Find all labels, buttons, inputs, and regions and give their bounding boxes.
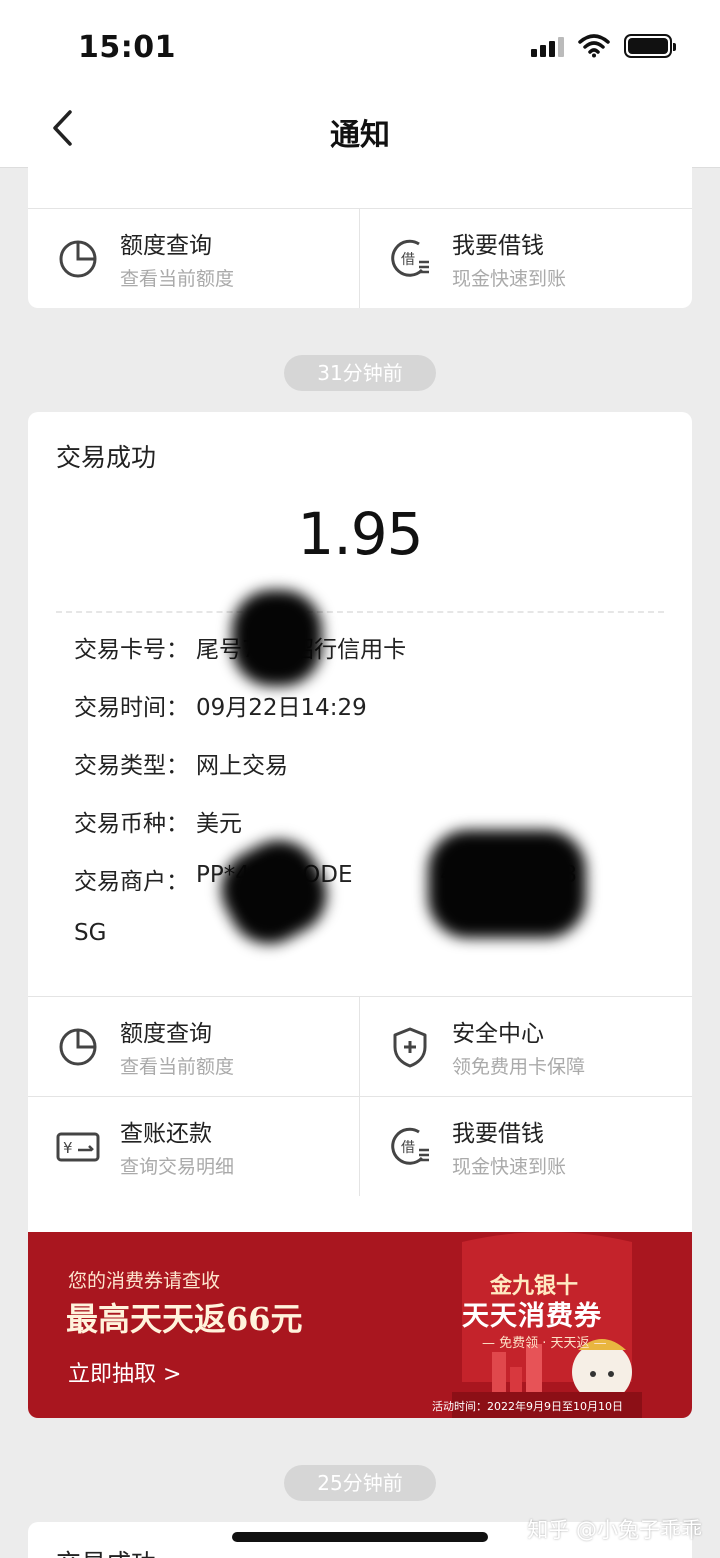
action-title: 额度查询 — [120, 233, 212, 259]
watermark: 知乎 @小兔子乖乖 — [527, 1518, 702, 1542]
borrow-icon: 借 — [388, 1125, 432, 1169]
redaction-mark — [232, 590, 322, 686]
page-title: 通知 — [330, 118, 390, 153]
promo-main-text: 天天消费券 — [462, 1301, 602, 1332]
timestamp-pill: 25分钟前 — [284, 1465, 436, 1501]
cellular-signal-icon — [531, 35, 564, 57]
borrow-money-button[interactable]: 借 我要借钱 现金快速到账 — [360, 208, 692, 308]
action-subtitle: 领免费用卡保障 — [452, 1056, 586, 1078]
promo-tag-text: — 免费领 · 天天返 — — [482, 1336, 607, 1351]
action-subtitle: 查看当前额度 — [120, 1056, 235, 1078]
borrow-icon: 借 — [388, 237, 432, 281]
timestamp-pill: 31分钟前 — [284, 355, 436, 391]
security-center-button[interactable]: 安全中心 领免费用卡保障 — [360, 996, 692, 1096]
notice-card-previous: 额度查询 查看当前额度 借 我要借钱 现金快速到账 — [28, 150, 692, 308]
action-title: 我要借钱 — [452, 1121, 544, 1147]
svg-text:¥: ¥ — [63, 1139, 73, 1157]
detail-label: 交易币种： — [74, 811, 189, 837]
detail-label: 交易商户： — [74, 869, 189, 895]
home-indicator[interactable] — [232, 1532, 488, 1542]
redaction-mark — [207, 826, 341, 958]
svg-text:借: 借 — [401, 252, 415, 268]
transaction-amount: 1.95 — [297, 500, 423, 568]
promo-banner[interactable]: 您的消费券请查收 最高天天返66元 立即抽取 > 金九银十 天天消费券 — 免费… — [28, 1232, 692, 1418]
detail-label: 交易时间： — [74, 695, 189, 721]
detail-type: 交易类型： 网上交易 — [74, 746, 288, 780]
battery-icon — [624, 34, 676, 58]
detail-value: 网上交易 — [196, 753, 288, 779]
dashed-divider — [56, 611, 664, 613]
bill-repayment-button[interactable]: ¥ 查账还款 查询交易明细 — [28, 1096, 360, 1196]
notice-title: 交易成功 — [56, 443, 157, 472]
detail-value: SG — [74, 920, 107, 946]
status-bar: 15:01 — [0, 0, 720, 92]
action-subtitle: 查询交易明细 — [120, 1156, 235, 1178]
detail-label: 交易卡号： — [74, 637, 189, 663]
notice-card: 交易成功 1.95 交易卡号： 尾号7***招行信用卡 交易时间： 09月22日… — [28, 412, 692, 1418]
quick-actions-grid: 额度查询 查看当前额度 借 我要借钱 现金快速到账 — [28, 208, 692, 308]
detail-time: 交易时间： 09月22日14:29 — [74, 688, 367, 722]
pie-chart-icon — [56, 237, 100, 281]
promo-date-text: 活动时间：2022年9月9日至10月10日 — [432, 1400, 623, 1413]
notice-title: 交易成功 — [56, 1544, 156, 1558]
redaction-mark — [428, 830, 586, 938]
banner-headline: 最高天天返66元 — [66, 1300, 303, 1338]
shield-icon — [388, 1025, 432, 1069]
pie-chart-icon — [56, 1025, 100, 1069]
action-title: 我要借钱 — [452, 233, 544, 259]
quota-query-button[interactable]: 额度查询 查看当前额度 — [28, 996, 360, 1096]
action-title: 额度查询 — [120, 1021, 212, 1047]
wifi-icon — [578, 34, 610, 58]
detail-value: 美元 — [196, 811, 242, 837]
quick-actions-grid: 额度查询 查看当前额度 安全中心 领免费用卡保障 ¥ 查账还款 查询交易明细 借… — [28, 996, 692, 1196]
action-title: 安全中心 — [452, 1021, 544, 1047]
action-subtitle: 现金快速到账 — [452, 1156, 567, 1178]
status-icons — [531, 34, 676, 58]
detail-merchant-line2: SG — [74, 920, 106, 946]
quota-query-button[interactable]: 额度查询 查看当前额度 — [28, 208, 360, 308]
bill-icon: ¥ — [56, 1125, 100, 1169]
banner-subtitle: 您的消费券请查收 — [68, 1270, 221, 1292]
action-title: 查账还款 — [120, 1121, 212, 1147]
status-time: 15:01 — [78, 30, 176, 65]
detail-currency: 交易币种： 美元 — [74, 804, 242, 838]
detail-value: 09月22日14:29 — [196, 695, 367, 721]
svg-text:借: 借 — [401, 1140, 415, 1156]
action-subtitle: 查看当前额度 — [120, 268, 235, 290]
borrow-money-button[interactable]: 借 我要借钱 现金快速到账 — [360, 1096, 692, 1196]
detail-label: 交易类型： — [74, 753, 189, 779]
promo-artwork: 金九银十 天天消费券 — 免费领 · 天天返 — 活动时间：2022年9月9日至… — [432, 1232, 642, 1418]
banner-cta-link[interactable]: 立即抽取 > — [68, 1356, 181, 1388]
action-subtitle: 现金快速到账 — [452, 268, 567, 290]
